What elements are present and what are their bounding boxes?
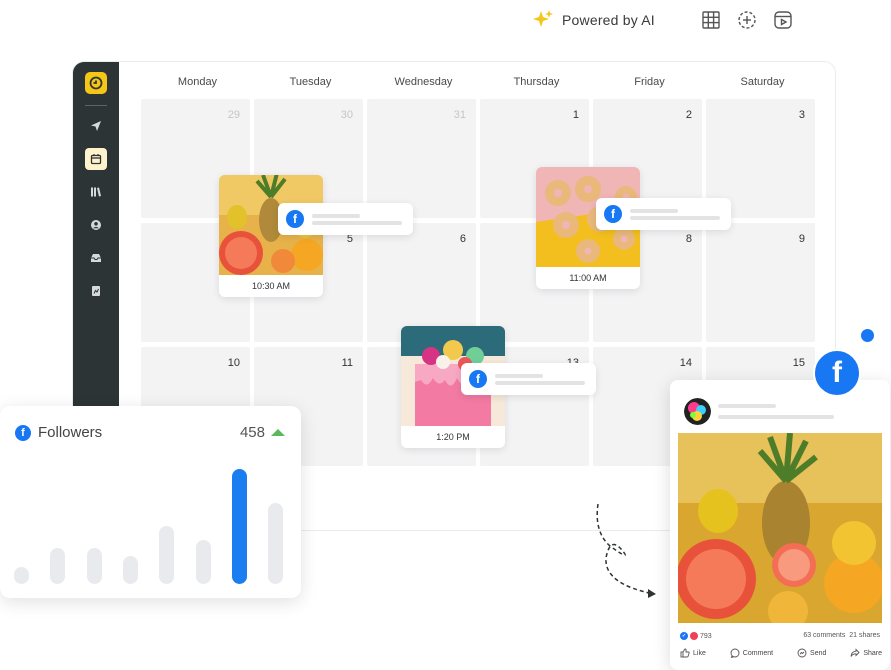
day-thursday: Thursday — [513, 76, 560, 88]
date-number: 29 — [227, 109, 240, 121]
date-number: 10 — [227, 357, 240, 369]
like-reaction-icon: ✓ — [680, 632, 688, 640]
date-number: 14 — [679, 357, 692, 369]
post-time: 10:30 AM — [251, 281, 291, 291]
date-number: 3 — [798, 109, 805, 121]
powered-by-label: Powered by AI — [562, 12, 655, 28]
post-actions: Like Comment Send Share — [680, 648, 882, 658]
facebook-icon: f — [469, 370, 487, 388]
followers-bar — [14, 567, 29, 584]
powered-by-ai: Powered by AI — [532, 9, 655, 31]
trend-up-icon — [271, 429, 285, 436]
sparkle-icon — [533, 10, 553, 27]
comments-shares: 63 comments 21 shares — [803, 632, 880, 640]
top-toolbar — [700, 9, 794, 31]
followers-bar-chart — [14, 454, 289, 584]
post-caption-placeholder — [495, 371, 585, 388]
thumbs-up-icon — [680, 648, 690, 658]
facebook-badge-icon: f — [813, 349, 861, 397]
date-number: 6 — [459, 233, 466, 245]
scheduled-post[interactable]: 10:30 AM — [219, 175, 323, 297]
like-button[interactable]: Like — [680, 648, 706, 658]
calendar-cell[interactable]: 9 — [706, 223, 815, 342]
date-number: 31 — [453, 109, 466, 121]
followers-bar — [231, 469, 247, 584]
sidebar-divider — [85, 105, 107, 106]
share-button[interactable]: Share — [850, 648, 882, 658]
post-caption-placeholder — [630, 206, 720, 223]
calendar-icon[interactable] — [85, 148, 107, 170]
notification-dot — [861, 329, 874, 342]
post-network-pill[interactable]: f — [278, 203, 413, 235]
date-number: 8 — [685, 233, 692, 245]
followers-bar — [86, 548, 102, 584]
followers-card: f Followers 458 — [0, 406, 301, 598]
share-icon — [850, 648, 860, 657]
date-number: 15 — [792, 357, 805, 369]
inbox-icon[interactable] — [85, 247, 107, 269]
like-label: Like — [693, 649, 706, 657]
post-preview-card[interactable]: ✓ 793 63 comments 21 shares Like Comment… — [670, 380, 890, 670]
followers-count: 458 — [240, 424, 285, 441]
engagement-stats: ✓ 793 63 comments 21 shares — [680, 632, 880, 640]
video-icon[interactable] — [772, 9, 794, 31]
day-tuesday: Tuesday — [289, 76, 332, 88]
comment-label: Comment — [742, 649, 774, 657]
app-logo[interactable] — [85, 72, 107, 94]
profile-icon[interactable] — [85, 214, 107, 236]
day-saturday: Saturday — [740, 76, 785, 88]
day-monday: Monday — [177, 76, 218, 88]
send-label: Send — [810, 649, 827, 657]
followers-bar — [159, 526, 175, 584]
send-icon[interactable] — [85, 115, 107, 137]
grid-icon[interactable] — [700, 9, 722, 31]
followers-count-value: 458 — [239, 424, 265, 441]
comment-icon — [730, 648, 740, 658]
share-label: Share — [863, 649, 882, 657]
send-button[interactable]: Send — [797, 648, 826, 658]
followers-bar — [268, 503, 284, 584]
reactions: ✓ 793 — [680, 632, 712, 640]
messenger-icon — [797, 648, 807, 658]
post-time: 11:00 AM — [569, 273, 607, 283]
followers-bar — [122, 556, 138, 584]
library-icon[interactable] — [85, 181, 107, 203]
date-number: 2 — [685, 109, 692, 121]
post-image — [678, 433, 882, 623]
facebook-icon: f — [604, 205, 622, 223]
author-name-placeholder — [718, 404, 776, 408]
date-number: 9 — [798, 233, 805, 245]
date-number: 11 — [341, 357, 353, 369]
likes-count: 793 — [700, 632, 712, 640]
add-circle-icon[interactable] — [736, 9, 758, 31]
love-reaction-icon — [690, 632, 698, 640]
followers-bar — [50, 548, 66, 584]
followers-bar — [195, 540, 211, 584]
flow-arrow-icon — [596, 503, 656, 598]
date-number: 30 — [340, 109, 353, 121]
post-network-pill[interactable]: f — [596, 198, 731, 230]
post-time: 1:20 PM — [436, 432, 470, 442]
shares-count: 21 shares — [849, 632, 880, 639]
report-icon[interactable] — [85, 280, 107, 302]
post-network-pill[interactable]: f — [461, 363, 596, 395]
date-number: 1 — [572, 109, 579, 121]
comment-button[interactable]: Comment — [730, 648, 773, 658]
post-caption-placeholder — [312, 211, 402, 228]
day-wednesday: Wednesday — [394, 76, 453, 88]
followers-label: Followers — [38, 424, 103, 441]
calendar-cell[interactable]: 6 — [367, 223, 476, 342]
weekday-header: Monday Tuesday Wednesday Thursday Friday… — [141, 76, 835, 88]
day-friday: Friday — [634, 76, 665, 88]
post-meta-placeholder — [718, 415, 834, 419]
avatar — [684, 398, 711, 425]
comments-count: 63 comments — [803, 632, 846, 639]
logo-icon — [89, 76, 103, 90]
followers-header: f Followers — [15, 424, 102, 441]
facebook-icon: f — [286, 210, 304, 228]
facebook-icon: f — [15, 424, 31, 441]
calendar-cell[interactable]: 31 — [367, 99, 476, 218]
